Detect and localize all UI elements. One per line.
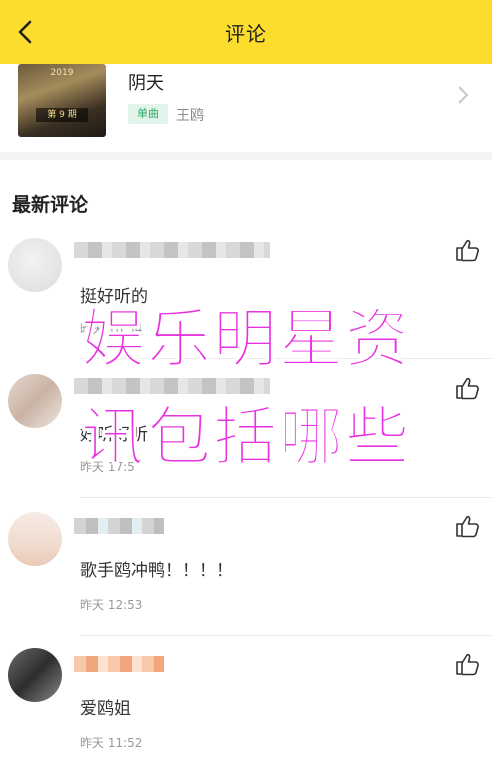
thumbs-up-icon[interactable] — [454, 652, 480, 676]
cover-year: 2019 — [50, 68, 74, 78]
song-card[interactable]: 2019 第 9 期 阴天 单曲 王鸥 — [0, 64, 492, 152]
overlay-headline-line1: 娱乐明星资 — [81, 303, 411, 377]
thumbs-up-icon[interactable] — [454, 238, 480, 262]
username-blurred[interactable] — [74, 242, 270, 258]
comment-time: 昨天 11:52 — [80, 736, 143, 750]
back-arrow-icon[interactable] — [8, 14, 44, 50]
chevron-right-icon[interactable] — [456, 84, 470, 106]
comment-text: 爱鸥姐 — [80, 699, 131, 719]
divider — [80, 635, 492, 636]
page-title: 评论 — [225, 21, 267, 46]
top-app-bar: 评论 — [0, 0, 492, 64]
thumbs-up-icon[interactable] — [454, 514, 480, 538]
divider — [80, 497, 492, 498]
avatar[interactable] — [8, 238, 62, 292]
comment-time: 昨天 12:53 — [80, 598, 143, 612]
comment-text: 歌手鸥冲鸭！！！！ — [80, 561, 233, 581]
song-type-badge: 单曲 — [128, 104, 168, 124]
song-title: 阴天 — [128, 73, 164, 94]
overlay-headline-line2: 讯包括哪些 — [81, 401, 411, 475]
avatar[interactable] — [8, 648, 62, 702]
cover-episode: 第 9 期 — [36, 108, 88, 122]
username-blurred[interactable] — [74, 656, 164, 672]
username-blurred[interactable] — [74, 378, 270, 394]
avatar[interactable] — [8, 512, 62, 566]
username-blurred[interactable] — [74, 518, 164, 534]
album-cover: 2019 第 9 期 — [18, 64, 106, 137]
thumbs-up-icon[interactable] — [454, 376, 480, 400]
artist-name: 王鸥 — [176, 108, 204, 124]
section-title: 最新评论 — [12, 194, 89, 216]
